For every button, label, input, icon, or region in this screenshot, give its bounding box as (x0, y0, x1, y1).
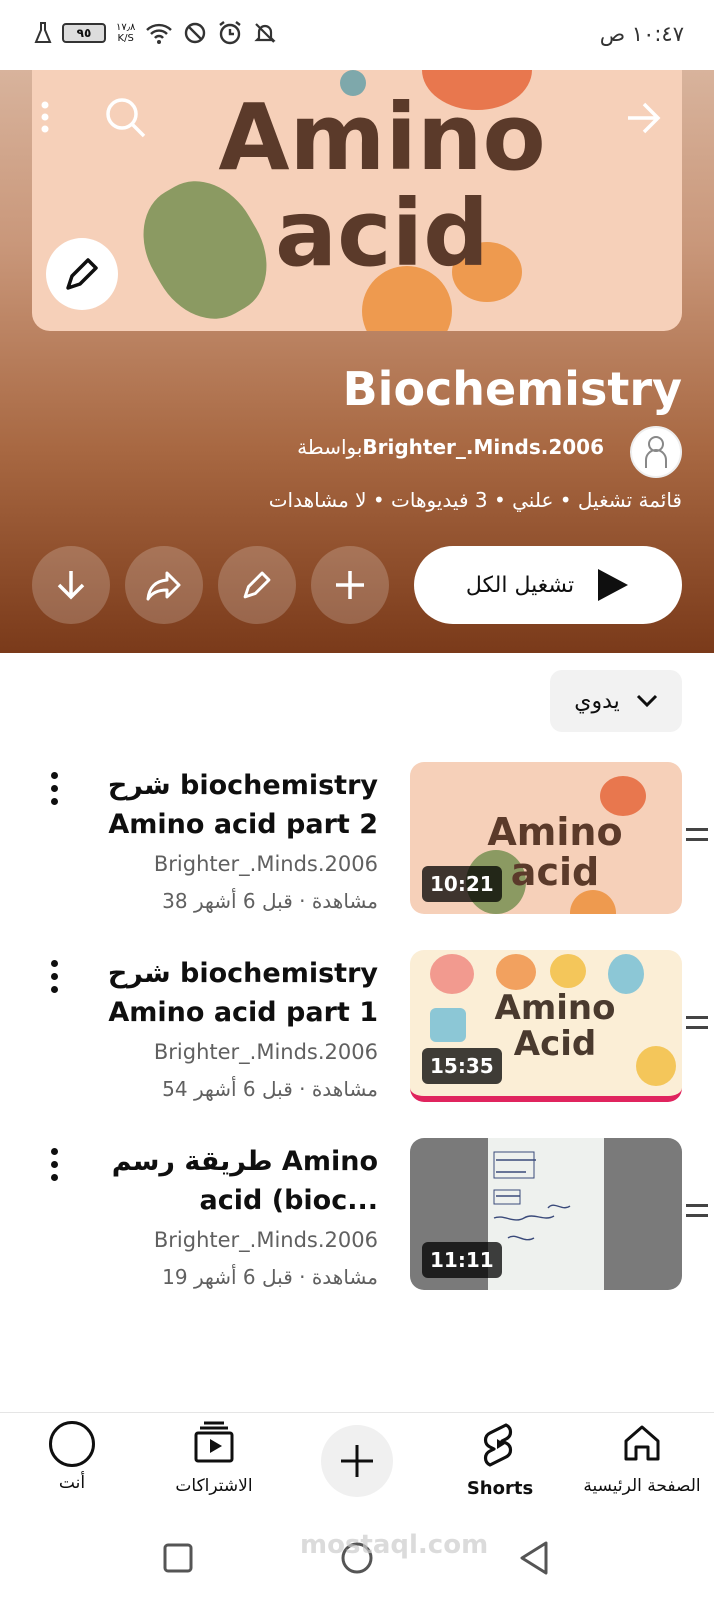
handwriting-sketch-icon (493, 1151, 571, 1241)
chevron-down-icon (636, 694, 657, 708)
battery-icon: ٩٥ (62, 23, 106, 43)
video-channel: Brighter_.Minds.2006 (153, 1228, 378, 1252)
video-thumbnail[interactable]: Amino acid 10:21 (410, 762, 682, 914)
back-triangle-icon[interactable] (518, 1540, 550, 1576)
net-speed-unit: K/S (117, 33, 134, 44)
watermark: mostaql.com (300, 1530, 489, 1560)
drag-handle-icon[interactable] (686, 828, 708, 848)
video-channel: Brighter_.Minds.2006 (153, 1040, 378, 1064)
nav-subscriptions-label: الاشتراكات (175, 1476, 253, 1496)
nav-you[interactable]: أنت (2, 1421, 142, 1493)
video-channel: Brighter_.Minds.2006 (153, 852, 378, 876)
subscriptions-icon (194, 1421, 234, 1463)
home-icon (624, 1425, 660, 1461)
video-thumbnail[interactable]: 11:11 (410, 1138, 682, 1290)
create-button[interactable] (321, 1425, 393, 1497)
add-to-playlist-button[interactable] (311, 546, 389, 624)
video-views: 54 مشاهدة · قبل 6 أشهر (162, 1077, 378, 1101)
banner-title: Amino acid (218, 84, 546, 287)
playlist-video-item[interactable]: طريقة رسم Amino acid (bioc... Brighter_.… (0, 1138, 714, 1294)
pencil-icon (243, 571, 271, 599)
play-icon (598, 569, 629, 601)
video-duration: 10:21 (422, 866, 502, 902)
shorts-icon (483, 1423, 513, 1467)
network-speed: ١٧٫٨ K/S (116, 22, 135, 44)
lab-flask-icon (34, 22, 52, 43)
download-button[interactable] (32, 546, 110, 624)
search-icon[interactable] (104, 96, 148, 140)
sort-dropdown[interactable]: يدوي (550, 670, 682, 732)
thumb-square (430, 1008, 466, 1042)
nav-shorts-label: Shorts (466, 1478, 534, 1499)
arrow-forward-icon[interactable] (624, 98, 664, 138)
alarm-icon (219, 21, 242, 45)
edit-banner-button[interactable] (46, 238, 118, 310)
nav-you-label: أنت (58, 1473, 86, 1493)
download-icon (57, 571, 85, 600)
playlist-byline[interactable]: بواسطةBrighter_.Minds.2006 (297, 435, 604, 459)
video-views: 38 مشاهدة · قبل 6 أشهر (162, 889, 378, 913)
playlist-meta: قائمة تشغيل • علني • 3 فيديوهات • لا مشا… (268, 488, 682, 512)
nav-home[interactable]: الصفحة الرئيسية (572, 1421, 712, 1496)
drag-handle-icon[interactable] (686, 1016, 708, 1036)
share-button[interactable] (125, 546, 203, 624)
video-duration: 11:11 (422, 1242, 502, 1278)
video-views: 19 مشاهدة · قبل 6 أشهر (162, 1265, 378, 1289)
thumb-text: Amino Acid (494, 988, 616, 1064)
thumb-text: Amino acid (487, 810, 623, 894)
status-bar: ٩٥ ١٧٫٨ K/S ١٠:٤٧ ص (0, 0, 714, 70)
thumb-blob-sun (636, 1046, 676, 1086)
bottom-navigation: الصفحة الرئيسية Shorts الاشتراكات أنت (0, 1412, 714, 1522)
system-navigation: mostaql.com (0, 1522, 714, 1599)
status-icons: ٩٥ ١٧٫٨ K/S (34, 20, 277, 46)
playlist-banner-image: Amino acid (32, 70, 682, 331)
thumb-blob-orange (496, 954, 536, 990)
video-thumbnail[interactable]: Amino Acid 15:35 (410, 950, 682, 1102)
playlist-header: Amino acid Biochemistry بواسطةBrighter_.… (0, 70, 714, 653)
nav-home-label: الصفحة الرئيسية (583, 1476, 701, 1496)
drag-handle-icon[interactable] (686, 1204, 708, 1224)
play-all-button[interactable]: تشغيل الكل (414, 546, 682, 624)
thumb-blob-pink (430, 954, 474, 994)
do-not-disturb-icon (185, 22, 206, 44)
playlist-title: Biochemistry (342, 362, 682, 416)
video-title: طريقة رسم Amino acid (bioc... (111, 1146, 378, 1216)
pencil-icon (66, 258, 98, 290)
byline-prefix: بواسطة (297, 435, 363, 459)
owner-avatar[interactable] (630, 426, 682, 478)
sort-label: يدوي (574, 688, 620, 714)
playlist-video-item[interactable]: شرح biochemistry Amino acid part 2 Brigh… (0, 762, 714, 918)
plus-icon (336, 571, 364, 599)
nav-shorts[interactable]: Shorts (430, 1421, 570, 1499)
nav-subscriptions[interactable]: الاشتراكات (144, 1421, 284, 1496)
playlist-video-item[interactable]: شرح biochemistry Amino acid part 1 Brigh… (0, 950, 714, 1106)
avatar-figure-icon (645, 436, 667, 468)
wifi-icon (146, 23, 173, 44)
more-options-icon[interactable] (38, 100, 52, 136)
video-title: شرح biochemistry Amino acid part 1 (107, 958, 378, 1028)
video-duration: 15:35 (422, 1048, 502, 1084)
net-speed-value: ١٧٫٨ (116, 22, 136, 33)
share-icon (146, 571, 181, 601)
play-all-label: تشغيل الكل (465, 572, 575, 598)
video-title: شرح biochemistry Amino acid part 2 (107, 770, 378, 840)
edit-playlist-button[interactable] (218, 546, 296, 624)
thumb-blob-yellow (550, 954, 586, 988)
notifications-off-icon (254, 23, 277, 43)
thumb-whiteboard (488, 1138, 604, 1290)
plus-icon (341, 1445, 373, 1477)
owner-name: Brighter_.Minds.2006 (362, 435, 604, 459)
you-avatar-icon (49, 1421, 95, 1467)
recents-square-icon[interactable] (162, 1542, 194, 1574)
clock: ١٠:٤٧ ص (599, 22, 684, 46)
playlist-actions: تشغيل الكل (32, 546, 682, 626)
